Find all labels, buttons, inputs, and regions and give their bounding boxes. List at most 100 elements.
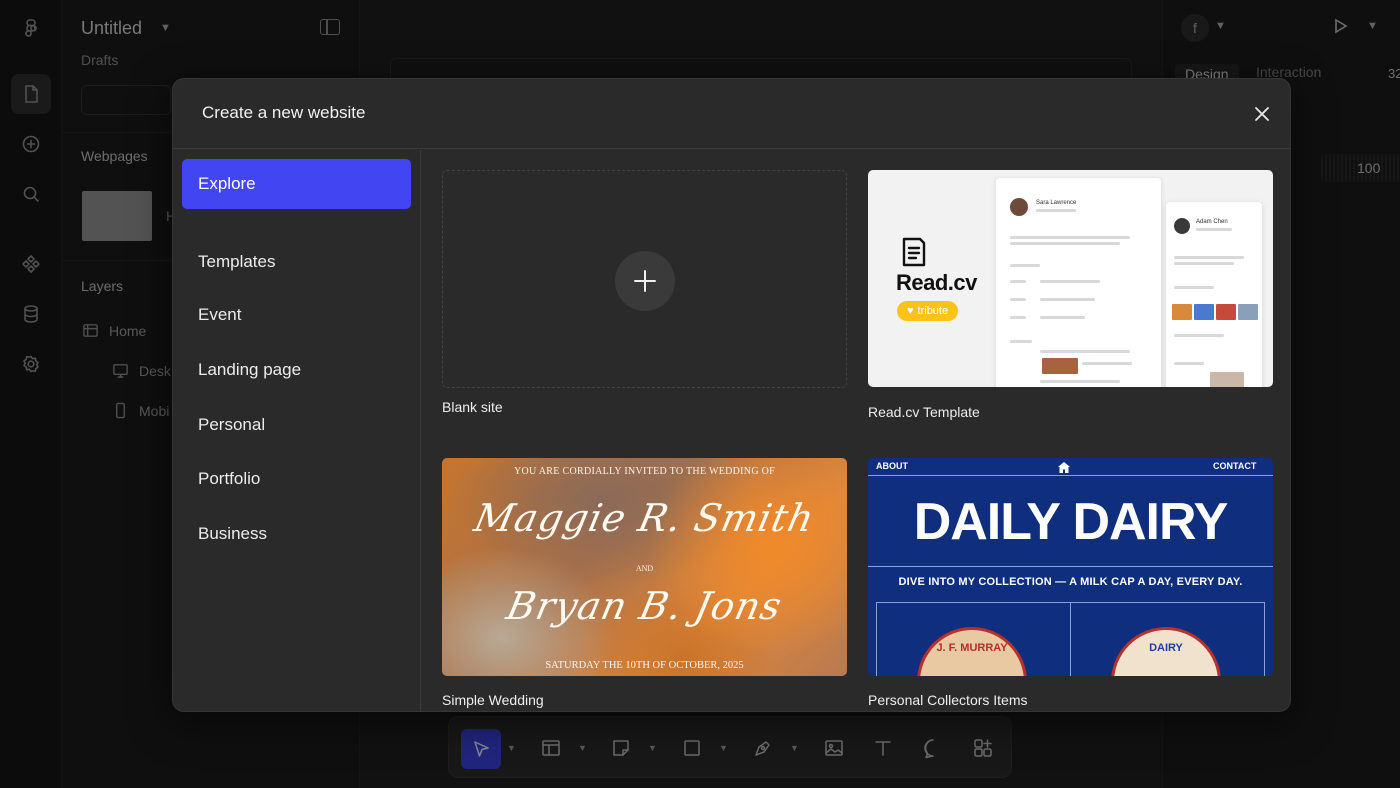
text-line xyxy=(1040,350,1130,353)
dairy-thumbnail[interactable]: ABOUT CONTACT DAILY DAIRY DIVE INTO MY C… xyxy=(868,458,1273,676)
card-label: Blank site xyxy=(442,399,503,415)
template-card-personal-collectors-items[interactable]: ABOUT CONTACT DAILY DAIRY DIVE INTO MY C… xyxy=(868,458,1273,708)
nav-item-explore[interactable]: Explore xyxy=(182,159,411,209)
text-line xyxy=(1010,316,1026,319)
components-icon[interactable] xyxy=(11,244,51,284)
cap-text: J. F. MURRAY xyxy=(936,642,1008,654)
sidebar-toggle-icon[interactable] xyxy=(320,19,340,35)
collection-tile: DAIRY xyxy=(1070,602,1265,676)
search-input[interactable] xyxy=(81,85,171,115)
image-icon xyxy=(825,740,843,756)
nav-item-business[interactable]: Business xyxy=(182,509,411,559)
nav-about: ABOUT xyxy=(876,461,908,471)
rectangle-icon xyxy=(684,740,700,756)
avatar[interactable]: f xyxy=(1181,14,1209,42)
sticky-note-icon xyxy=(613,740,629,756)
play-icon[interactable] xyxy=(1331,17,1349,40)
badge-label: tribute xyxy=(917,305,949,317)
text-line xyxy=(1010,242,1120,245)
webpage-thumbnail[interactable] xyxy=(82,191,152,241)
layer-label: Home xyxy=(109,322,147,339)
template-card-readcv[interactable]: Read.cv ♥ tribute Sara Lawrence Adam Che… xyxy=(868,170,1273,420)
text-line xyxy=(1082,362,1132,365)
chevron-down-icon[interactable]: ▼ xyxy=(507,743,516,753)
project-image xyxy=(1238,304,1258,320)
text-line xyxy=(1174,334,1224,337)
text-line xyxy=(1174,362,1204,365)
desktop-icon xyxy=(113,364,128,378)
chevron-down-icon[interactable]: ▼ xyxy=(790,743,799,753)
settings-gear-icon[interactable] xyxy=(11,344,51,384)
project-image xyxy=(1194,304,1214,320)
text-icon xyxy=(875,741,891,756)
image-tool-button[interactable] xyxy=(820,731,848,765)
card-label: Personal Collectors Items xyxy=(868,692,1028,708)
text-line xyxy=(1010,298,1026,301)
figma-logo-icon[interactable] xyxy=(11,8,51,48)
chevron-down-icon[interactable]: ▼ xyxy=(719,743,728,753)
project-image xyxy=(1042,358,1078,374)
components-tool-button[interactable] xyxy=(969,731,997,765)
add-icon[interactable] xyxy=(11,124,51,164)
mobile-icon xyxy=(116,402,125,419)
nav-item-personal[interactable]: Personal xyxy=(182,400,411,450)
and-label: AND xyxy=(635,564,654,573)
readcv-logo: Read.cv xyxy=(896,270,977,295)
chevron-down-icon[interactable]: ▼ xyxy=(578,743,587,753)
close-button[interactable] xyxy=(1249,101,1275,127)
text-line xyxy=(1036,209,1076,212)
template-card-blank-site[interactable]: Blank site xyxy=(442,170,847,420)
move-tool-button[interactable] xyxy=(461,729,501,769)
text-line xyxy=(1174,256,1244,259)
wedding-thumbnail[interactable]: YOU ARE CORDIALLY INVITED TO THE WEDDING… xyxy=(442,458,847,676)
template-card-simple-wedding[interactable]: YOU ARE CORDIALLY INVITED TO THE WEDDING… xyxy=(442,458,847,708)
resume-name: Adam Chen xyxy=(1196,219,1228,225)
nav-item-event[interactable]: Event xyxy=(182,290,411,340)
file-title[interactable]: Untitled xyxy=(81,18,142,39)
frame-icon xyxy=(83,324,98,337)
nav-item-portfolio[interactable]: Portfolio xyxy=(182,454,411,504)
document-icon xyxy=(898,236,928,268)
pages-icon[interactable] xyxy=(11,74,51,114)
layer-home[interactable]: Home xyxy=(82,322,146,339)
category-nav: Explore Templates Event Landing page Per… xyxy=(173,150,421,711)
play-chevron-down-icon[interactable]: ▼ xyxy=(1367,20,1378,32)
bride-name: Maggie R. Smith xyxy=(470,496,819,540)
frame-tool-button[interactable] xyxy=(537,731,565,765)
resume-preview-secondary: Adam Chen xyxy=(1166,202,1262,387)
site-title: DAILY DAIRY xyxy=(913,493,1229,551)
chevron-down-icon[interactable]: ▼ xyxy=(648,743,657,753)
pen-tool-button[interactable] xyxy=(749,731,777,765)
card-label: Read.cv Template xyxy=(868,404,980,420)
readcv-thumbnail[interactable]: Read.cv ♥ tribute Sara Lawrence Adam Che… xyxy=(868,170,1273,387)
section-tool-button[interactable] xyxy=(607,731,635,765)
avatar-chevron-down-icon[interactable]: ▼ xyxy=(1215,20,1226,32)
home-icon xyxy=(1058,460,1070,473)
layer-mobile[interactable]: Mobi xyxy=(112,402,169,419)
add-site-button[interactable] xyxy=(615,251,675,311)
project-image xyxy=(1172,304,1192,320)
database-icon[interactable] xyxy=(11,294,51,334)
card-label: Simple Wedding xyxy=(442,692,544,708)
zoom-level[interactable]: 32 xyxy=(1388,66,1400,81)
divider xyxy=(868,475,1273,476)
layer-desktop[interactable]: Desk xyxy=(112,362,171,379)
text-line xyxy=(1196,228,1232,231)
plugins-icon xyxy=(974,739,992,757)
search-icon[interactable] xyxy=(11,174,51,214)
opacity-field[interactable]: 100 xyxy=(1321,154,1400,182)
nav-item-templates[interactable]: Templates xyxy=(182,237,411,287)
nav-item-landing-page[interactable]: Landing page xyxy=(182,345,411,395)
layout-icon xyxy=(542,740,560,756)
comment-tool-button[interactable] xyxy=(919,731,947,765)
project-image xyxy=(1216,304,1236,320)
text-tool-button[interactable] xyxy=(869,731,897,765)
file-menu-chevron-down-icon[interactable]: ▼ xyxy=(160,22,171,34)
site-subtitle: DIVE INTO MY COLLECTION — A MILK CAP A D… xyxy=(898,576,1243,588)
text-line xyxy=(1040,316,1085,319)
text-line xyxy=(1174,286,1214,289)
blank-site-thumbnail[interactable] xyxy=(442,170,847,388)
rectangle-tool-button[interactable] xyxy=(678,731,706,765)
text-line xyxy=(1040,280,1100,283)
text-line xyxy=(1040,380,1120,383)
